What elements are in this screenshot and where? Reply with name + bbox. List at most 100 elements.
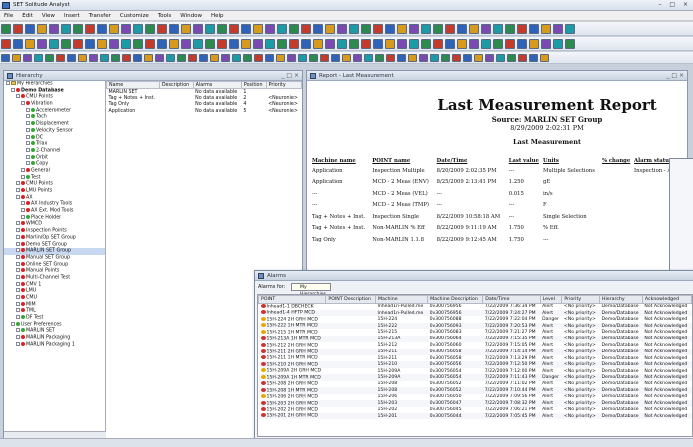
menu-item-edit[interactable]: Edit	[22, 13, 33, 19]
toolbar-button-icon[interactable]	[445, 39, 455, 49]
toolbar-button-icon[interactable]	[145, 24, 155, 34]
toolbar-button-icon[interactable]	[169, 39, 179, 49]
toolbar-button-icon[interactable]	[85, 24, 95, 34]
window-controls[interactable]: – □ ×	[658, 1, 691, 8]
close-icon[interactable]: _ □ ×	[281, 71, 299, 81]
tree-node[interactable]: CMV 1	[4, 281, 105, 289]
tree-node[interactable]: Triax	[4, 141, 105, 148]
alarms-column-header[interactable]: POINT	[257, 295, 327, 304]
toolbar-button-icon[interactable]	[193, 24, 203, 34]
tree-node[interactable]: MARLIN SET	[4, 328, 105, 335]
toolbar-button-icon[interactable]	[349, 24, 359, 34]
toolbar-button-icon[interactable]	[445, 24, 455, 34]
toolbar-button-icon[interactable]	[331, 54, 340, 62]
toolbar-button-icon[interactable]	[241, 24, 251, 34]
expand-icon[interactable]	[16, 248, 20, 253]
tree-node[interactable]: AX Ext. Mod Tools	[4, 208, 105, 215]
tree-node[interactable]: Multi-Channel Test	[4, 274, 105, 282]
toolbar-button-icon[interactable]	[430, 54, 439, 62]
toolbar-button-icon[interactable]	[385, 39, 395, 49]
menu-item-insert[interactable]: Insert	[64, 13, 80, 19]
toolbar-button-icon[interactable]	[133, 39, 143, 49]
toolbar-button-icon[interactable]	[229, 24, 239, 34]
toolbar-button-icon[interactable]	[265, 54, 274, 62]
toolbar-button-icon[interactable]	[157, 39, 167, 49]
toolbar-button-icon[interactable]	[121, 24, 131, 34]
toolbar-button-icon[interactable]	[529, 54, 538, 62]
tree-node[interactable]: Test	[4, 174, 105, 182]
toolbar-button-icon[interactable]	[254, 54, 263, 62]
toolbar-button-icon[interactable]	[385, 24, 395, 34]
toolbar-button-icon[interactable]	[474, 54, 483, 62]
toolbar-button-icon[interactable]	[469, 39, 479, 49]
toolbar-button-icon[interactable]	[397, 54, 406, 62]
toolbar-button-icon[interactable]	[243, 54, 252, 62]
toolbar-button-icon[interactable]	[34, 54, 43, 62]
toolbar-button-icon[interactable]	[301, 24, 311, 34]
toolbar-button-icon[interactable]	[507, 54, 516, 62]
toolbar-button-icon[interactable]	[441, 54, 450, 62]
expand-icon[interactable]	[26, 127, 30, 132]
tree-node[interactable]: Manual Points	[4, 268, 105, 275]
tree-node[interactable]: TML	[4, 308, 105, 315]
toolbar-button-icon[interactable]	[45, 54, 54, 62]
toolbar-button-icon[interactable]	[349, 39, 359, 49]
close-icon[interactable]: _ □ ×	[666, 71, 684, 81]
toolbar-button-icon[interactable]	[469, 24, 479, 34]
tree-node[interactable]: My Hierarchies	[4, 81, 105, 88]
grid-column-header[interactable]: Alarms	[192, 81, 242, 89]
toolbar-button-icon[interactable]	[133, 24, 143, 34]
toolbar-button-icon[interactable]	[13, 24, 23, 34]
toolbar-button-icon[interactable]	[276, 54, 285, 62]
toolbar-button-icon[interactable]	[419, 54, 428, 62]
toolbar-button-icon[interactable]	[13, 39, 23, 49]
toolbar-button-icon[interactable]	[193, 39, 203, 49]
toolbar-button-icon[interactable]	[210, 54, 219, 62]
toolbar-button-icon[interactable]	[166, 54, 175, 62]
toolbar-button-icon[interactable]	[177, 54, 186, 62]
menu-item-file[interactable]: File	[4, 13, 13, 19]
toolbar-button-icon[interactable]	[364, 54, 373, 62]
alarms-column-header[interactable]: Acknowledged	[641, 295, 693, 304]
expand-icon[interactable]	[16, 228, 20, 233]
toolbar-button-icon[interactable]	[73, 39, 83, 49]
expand-icon[interactable]	[26, 134, 30, 139]
expand-icon[interactable]	[16, 328, 20, 333]
toolbar-button-icon[interactable]	[277, 24, 287, 34]
expand-icon[interactable]	[26, 114, 30, 119]
toolbar-button-icon[interactable]	[121, 39, 131, 49]
toolbar-button-icon[interactable]	[529, 24, 539, 34]
expand-icon[interactable]	[16, 308, 20, 313]
toolbar-button-icon[interactable]	[485, 54, 494, 62]
toolbar-button-icon[interactable]	[25, 24, 35, 34]
expand-icon[interactable]	[16, 234, 20, 239]
toolbar-button-icon[interactable]	[481, 24, 491, 34]
toolbar-button-icon[interactable]	[97, 24, 107, 34]
alarms-column-header[interactable]: POINT Description	[325, 295, 376, 304]
toolbar-button-icon[interactable]	[144, 54, 153, 62]
toolbar-button-icon[interactable]	[553, 39, 563, 49]
toolbar-button-icon[interactable]	[518, 54, 527, 62]
toolbar-button-icon[interactable]	[301, 39, 311, 49]
toolbar-button-icon[interactable]	[25, 39, 35, 49]
toolbar-button-icon[interactable]	[97, 39, 107, 49]
toolbar-button-icon[interactable]	[373, 39, 383, 49]
toolbar-button-icon[interactable]	[320, 54, 329, 62]
expand-icon[interactable]	[16, 268, 20, 273]
toolbar-button-icon[interactable]	[353, 54, 362, 62]
toolbar-button-icon[interactable]	[433, 24, 443, 34]
tree-node[interactable]: Place Holder	[4, 214, 105, 222]
toolbar-button-icon[interactable]	[61, 39, 71, 49]
tree-node[interactable]: Demo SET Group	[4, 241, 105, 249]
toolbar-button-icon[interactable]	[133, 54, 142, 62]
expand-icon[interactable]	[16, 94, 20, 99]
toolbar-button-icon[interactable]	[540, 54, 549, 62]
tree-node[interactable]: General	[4, 167, 105, 175]
tree-node[interactable]: MARLIN Packaging	[4, 335, 105, 342]
toolbar-button-icon[interactable]	[361, 39, 371, 49]
grid-column-header[interactable]: Description	[158, 81, 194, 89]
toolbar-button-icon[interactable]	[386, 54, 395, 62]
toolbar-button-icon[interactable]	[565, 39, 575, 49]
alarms-filter-select[interactable]: My Hierarchies	[290, 282, 331, 297]
expand-icon[interactable]	[16, 188, 20, 192]
